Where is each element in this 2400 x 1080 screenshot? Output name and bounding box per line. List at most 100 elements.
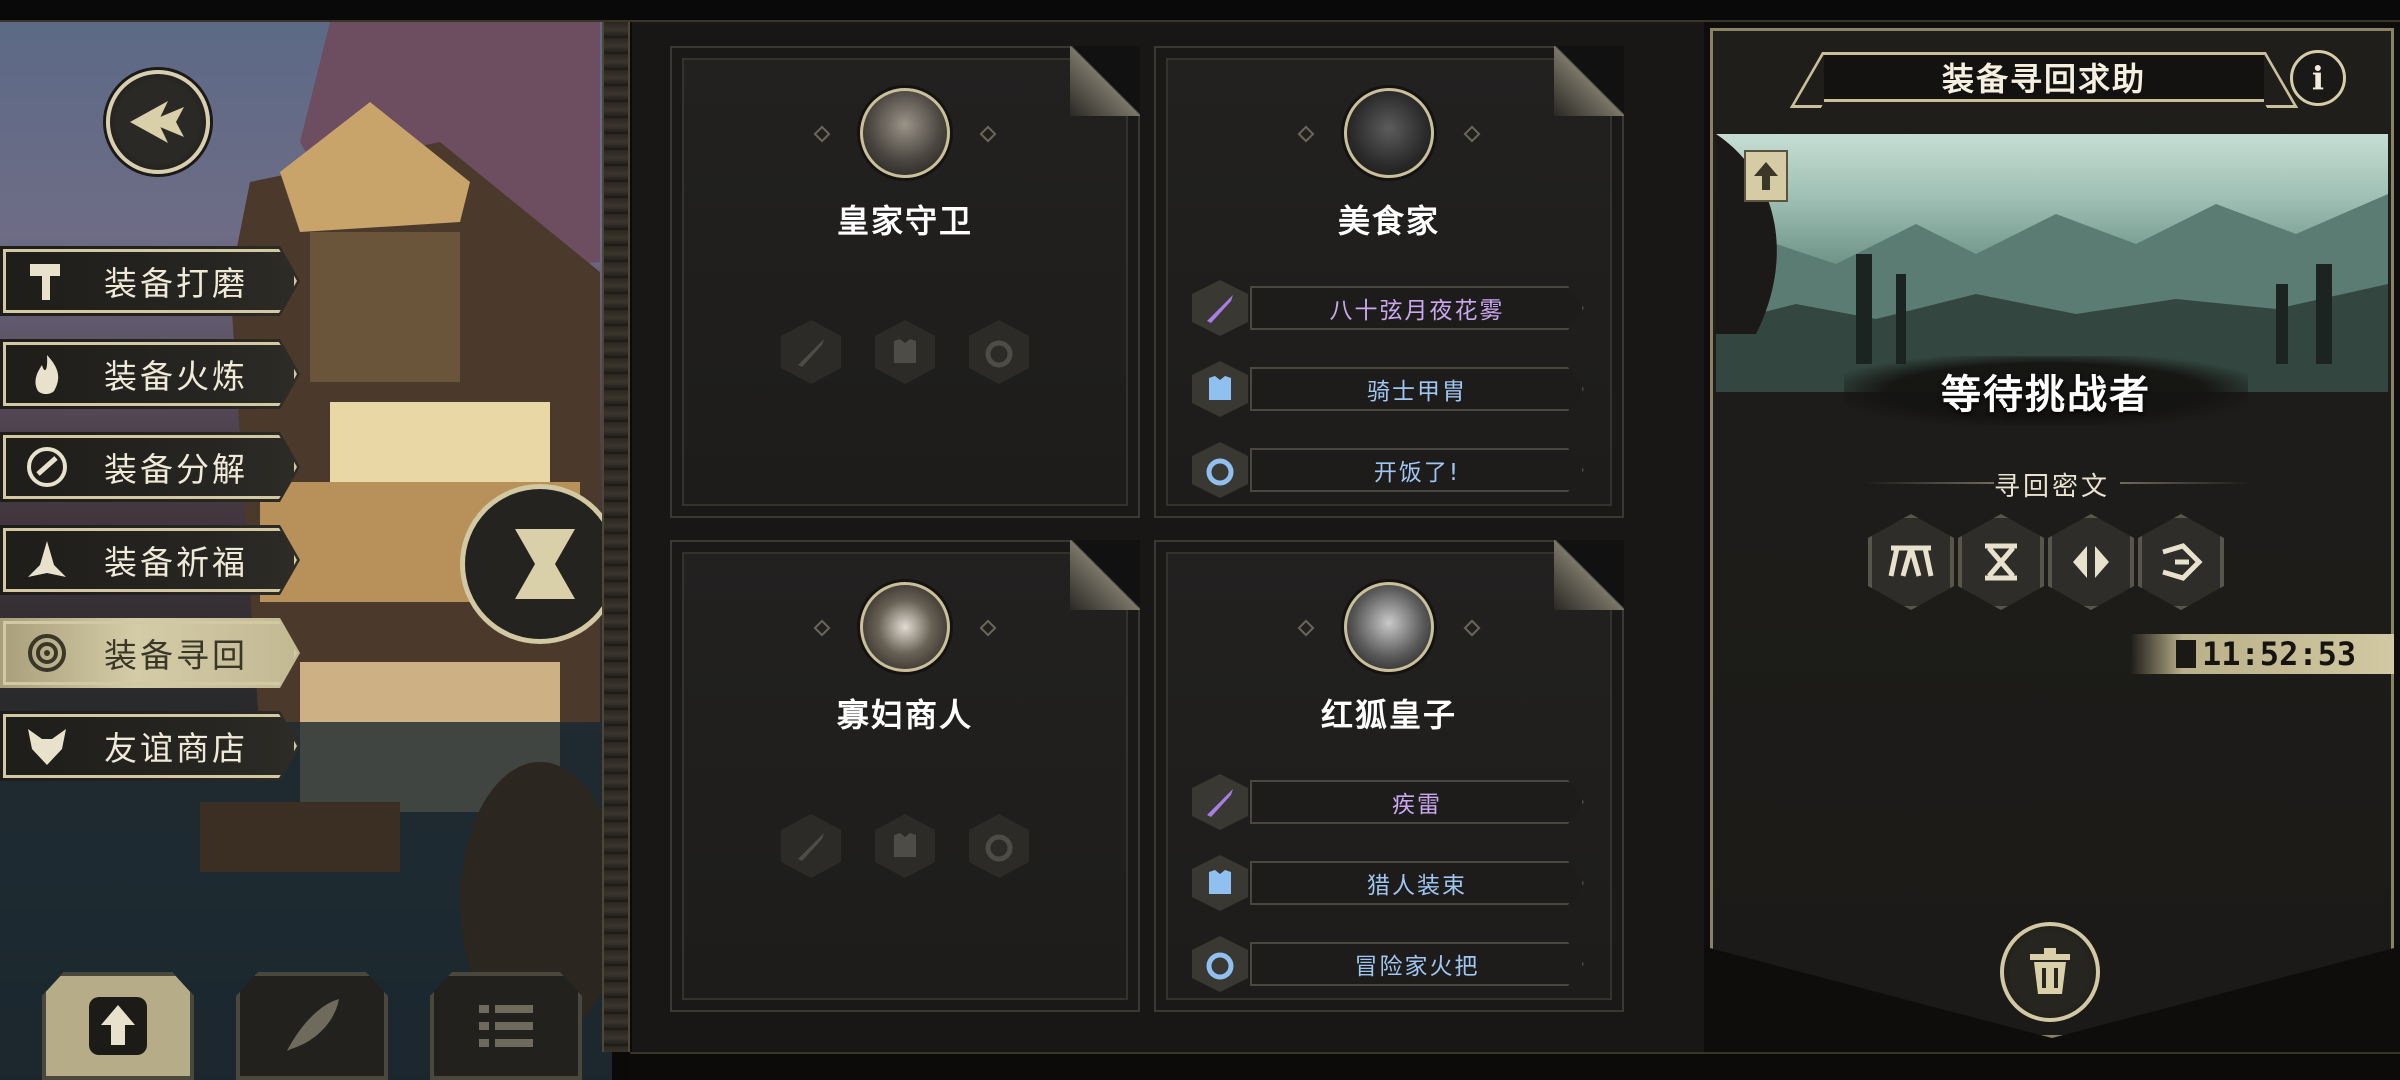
ornament-diamond: [1297, 125, 1315, 143]
bottom-tabs: [40, 960, 600, 1080]
equipment-name: 疾雷: [1250, 780, 1584, 824]
armor-icon: [1209, 376, 1231, 400]
menu-item-bless[interactable]: 装备祈福: [0, 525, 300, 595]
empty-armor-slot[interactable]: [875, 814, 935, 878]
ornament-diamond: [813, 125, 831, 143]
tab-feather[interactable]: [236, 972, 388, 1080]
cipher-label: 寻回密文: [1993, 472, 2110, 502]
weapon-slot: [1192, 774, 1248, 830]
ring-slot: [1192, 936, 1248, 992]
companion-avatar: [1344, 88, 1434, 178]
empty-ring-slot[interactable]: [969, 320, 1029, 384]
hourglass-icon: [2176, 640, 2196, 668]
ornament-diamond: [1463, 619, 1481, 637]
page-fold: [1070, 46, 1140, 116]
equipment-name: 猎人装束: [1250, 861, 1584, 905]
sword-icon: [1207, 295, 1233, 323]
menu-item-disassemble[interactable]: 装备分解: [0, 432, 300, 502]
companion-name: 寡妇商人: [836, 696, 973, 734]
companion-card[interactable]: 皇家守卫: [670, 46, 1140, 518]
armor-icon: [894, 339, 916, 363]
countdown-timer: 11:52:53: [2130, 634, 2394, 674]
swamp-illustration: [1716, 134, 2388, 392]
ring-icon: [985, 834, 1013, 862]
divider-line: [2120, 482, 2250, 484]
companion-name: 皇家守卫: [836, 202, 973, 240]
spiral-icon: [28, 634, 66, 672]
menu-item-label: 装备打磨: [104, 264, 248, 303]
companion-card[interactable]: 美食家 八十弦月夜花雾 骑士甲胄 开饭了!: [1154, 46, 1624, 518]
companion-card[interactable]: 红狐皇子 疾雷 猎人装束 冒险家火把: [1154, 540, 1624, 1012]
companion-name: 红狐皇子: [1320, 696, 1457, 734]
bottom-bar: [630, 1052, 2400, 1080]
sword-icon: [798, 833, 824, 861]
ornament-diamond: [979, 125, 997, 143]
ring-icon: [1206, 952, 1234, 980]
panel-title: 装备寻回求助: [1824, 52, 2264, 102]
town-scene: 装备打磨 装备火炼 装备分解 装备祈福 装备寻回 友谊商店: [0, 22, 612, 1080]
tab-list[interactable]: [430, 972, 582, 1080]
companion-avatar: [860, 88, 950, 178]
top-bar: [0, 0, 2400, 22]
upload-icon[interactable]: [1744, 150, 1788, 202]
companion-avatar: [860, 582, 950, 672]
menu-item-retrieve[interactable]: 装备寻回: [0, 618, 300, 688]
armor-icon: [894, 833, 916, 857]
armor-icon: [1209, 870, 1231, 894]
ornament-diamond: [979, 619, 997, 637]
equipment-list: 疾雷 猎人装束 冒险家火把: [1192, 774, 1592, 1017]
page-fold: [1554, 46, 1624, 116]
ring-icon: [1206, 458, 1234, 486]
empty-weapon-slot[interactable]: [781, 320, 841, 384]
ring-slot: [1192, 442, 1248, 498]
rune-1-icon[interactable]: [1868, 514, 1954, 610]
tab-upload[interactable]: [42, 972, 194, 1080]
trash-icon: [2030, 948, 2070, 994]
status-banner: 等待挑战者: [1844, 356, 2248, 426]
sword-icon: [798, 339, 824, 367]
ornament-diamond: [813, 619, 831, 637]
rune-3-icon[interactable]: [2048, 514, 2134, 610]
landscape-image: [1716, 134, 2388, 392]
back-button[interactable]: [106, 70, 210, 174]
ornament-diamond: [1297, 619, 1315, 637]
equipment-row[interactable]: 开饭了!: [1192, 442, 1592, 498]
equipment-row[interactable]: 疾雷: [1192, 774, 1592, 830]
disassemble-icon: [27, 447, 67, 487]
armor-slot: [1192, 855, 1248, 911]
empty-armor-slot[interactable]: [875, 320, 935, 384]
companion-card[interactable]: 寡妇商人: [670, 540, 1140, 1012]
menu-item-forge[interactable]: 装备火炼: [0, 339, 300, 409]
menu-item-label: 装备祈福: [104, 543, 248, 582]
timer-value: 11:52:53: [2202, 635, 2357, 673]
equipment-row[interactable]: 骑士甲胄: [1192, 361, 1592, 417]
rune-2-icon[interactable]: [1958, 514, 2044, 610]
ring-icon: [985, 340, 1013, 368]
fox-icon: [28, 729, 66, 765]
equipment-name: 骑士甲胄: [1250, 367, 1584, 411]
companion-grid: 皇家守卫 美食家 八十弦月夜花雾 骑士甲胄 开饭了! 寡妇商人 红狐皇子 疾雷 …: [632, 22, 1704, 1052]
weapon-slot: [1192, 280, 1248, 336]
armor-slot: [1192, 361, 1248, 417]
retrieve-help-panel: 装备寻回求助 i 等待挑战者 寻回密文 11:52:53: [1704, 22, 2400, 1052]
ornament-diamond: [1463, 125, 1481, 143]
empty-ring-slot[interactable]: [969, 814, 1029, 878]
hammer-icon: [30, 264, 60, 300]
menu-item-polish[interactable]: 装备打磨: [0, 246, 300, 316]
equipment-name: 八十弦月夜花雾: [1250, 286, 1584, 330]
equipment-row[interactable]: 八十弦月夜花雾: [1192, 280, 1592, 336]
rune-4-icon[interactable]: [2138, 514, 2224, 610]
menu-item-friendship-shop[interactable]: 友谊商店: [0, 711, 300, 781]
menu-item-label: 友谊商店: [104, 729, 248, 768]
side-menu: 装备打磨 装备火炼 装备分解 装备祈福 装备寻回 友谊商店: [0, 246, 310, 804]
companion-name: 美食家: [1337, 202, 1440, 240]
trash-button[interactable]: [2000, 922, 2100, 1022]
ornate-divider: [602, 22, 630, 1052]
praying-hands-icon: [28, 541, 66, 577]
upload-icon: [89, 997, 147, 1055]
page-fold: [1554, 540, 1624, 610]
equipment-row[interactable]: 冒险家火把: [1192, 936, 1592, 992]
info-button[interactable]: i: [2290, 50, 2346, 106]
equipment-row[interactable]: 猎人装束: [1192, 855, 1592, 911]
empty-weapon-slot[interactable]: [781, 814, 841, 878]
